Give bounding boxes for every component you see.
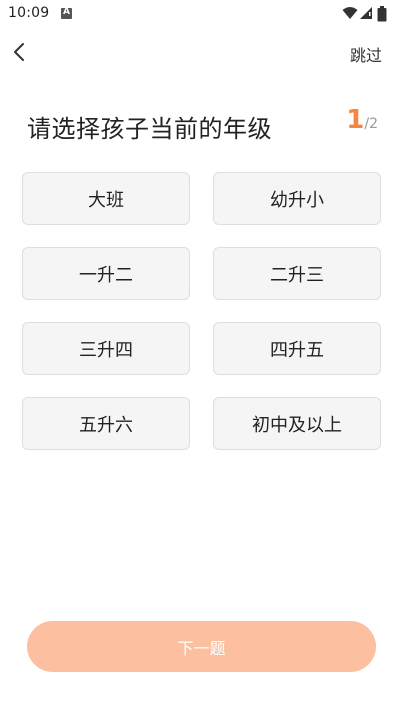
battery-icon <box>377 6 387 22</box>
status-icons <box>342 6 394 22</box>
signal-icon <box>360 7 372 19</box>
grade-option[interactable]: 初中及以上 <box>213 397 381 450</box>
wifi-icon <box>342 7 358 19</box>
grade-option[interactable]: 四升五 <box>213 322 381 375</box>
back-button[interactable] <box>6 38 34 66</box>
skip-button[interactable]: 跳过 <box>350 42 382 66</box>
status-bar: 10:09 <box>0 0 402 28</box>
step-current: 1 <box>346 105 365 135</box>
step-indicator: 1/2 <box>346 105 378 135</box>
step-total: /2 <box>364 116 378 132</box>
next-question-button[interactable]: 下一题 <box>27 621 376 672</box>
grade-option[interactable]: 五升六 <box>22 397 190 450</box>
grade-option[interactable]: 大班 <box>22 172 190 225</box>
chevron-left-icon <box>14 43 24 61</box>
app-notification-icon <box>61 7 72 19</box>
page-title: 请选择孩子当前的年级 <box>27 115 272 143</box>
grade-option[interactable]: 一升二 <box>22 247 190 300</box>
grade-option[interactable]: 幼升小 <box>213 172 381 225</box>
question-header: 请选择孩子当前的年级 1/2 <box>0 105 402 145</box>
grade-option[interactable]: 三升四 <box>22 322 190 375</box>
grade-option[interactable]: 二升三 <box>213 247 381 300</box>
nav-bar: 跳过 <box>0 30 402 74</box>
status-time: 10:09 <box>8 5 50 21</box>
